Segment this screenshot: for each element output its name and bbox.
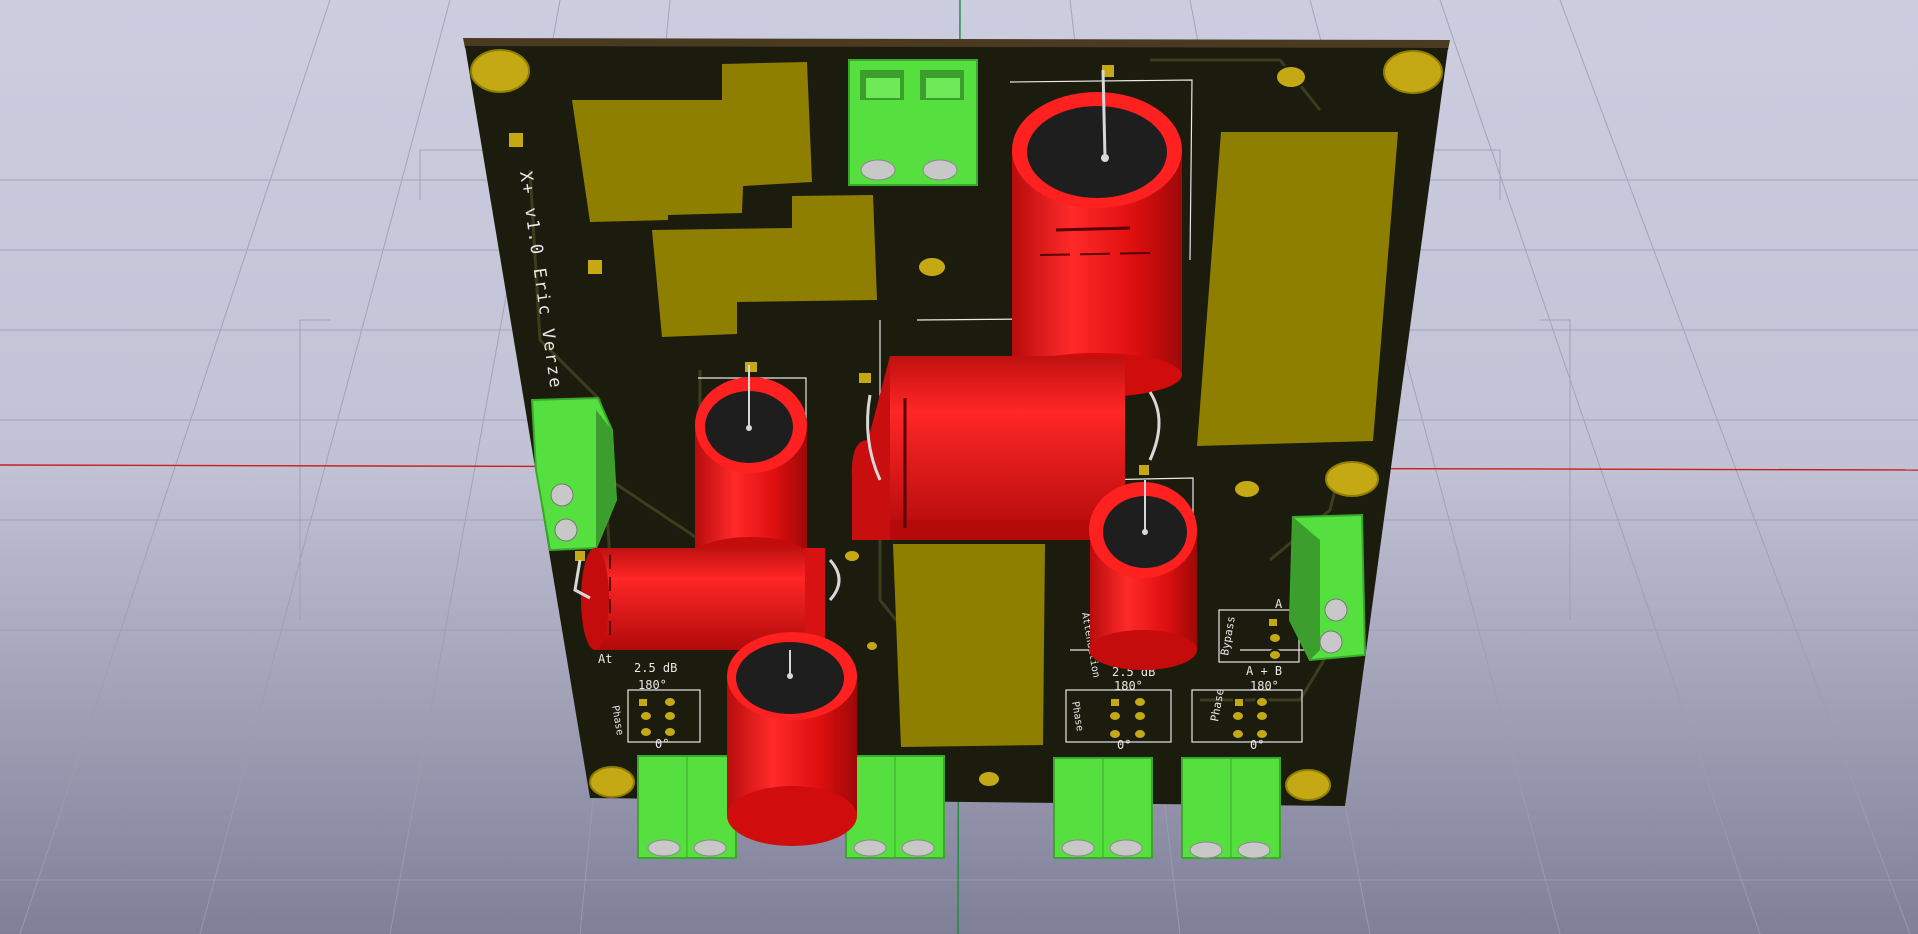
screw-icon — [1319, 630, 1343, 654]
screw-icon — [647, 839, 681, 857]
mounting-hole — [470, 49, 530, 93]
mounting-hole — [589, 766, 635, 798]
pad — [586, 258, 604, 276]
terminal-block-left[interactable] — [530, 396, 618, 552]
mounting-hole — [1383, 50, 1443, 94]
screw-icon — [1061, 839, 1095, 857]
label-far-phase-bottom: 0° — [1250, 738, 1264, 752]
capacitor-small-2[interactable] — [727, 632, 857, 846]
screw-icon — [554, 518, 578, 542]
screw-icon — [693, 839, 727, 857]
screw-icon — [901, 839, 935, 857]
label-right-phase-bottom: 0° — [1117, 738, 1131, 752]
3d-scene[interactable]: X+ v1.0 Eric Verze 2015 At 2.5 dB 180° P… — [0, 0, 1918, 934]
3d-viewer-canvas[interactable]: X+ v1.0 Eric Verze 2015 At 2.5 dB 180° P… — [0, 0, 1918, 934]
label-left-phase-bottom: 0° — [655, 737, 669, 751]
via — [865, 640, 879, 652]
pad — [743, 360, 759, 374]
terminal-block-bottom-4[interactable] — [1181, 757, 1281, 859]
terminal-block-bottom-2[interactable] — [845, 755, 945, 859]
screw-icon — [1237, 841, 1271, 859]
via — [843, 549, 861, 563]
pad — [1137, 463, 1151, 477]
screw-icon — [860, 159, 896, 181]
capacitor-large-top[interactable] — [1012, 69, 1182, 397]
terminal-block-bottom-3[interactable] — [1053, 757, 1153, 859]
pad — [857, 371, 873, 385]
mounting-hole — [1325, 461, 1379, 497]
screw-icon — [1324, 598, 1348, 622]
label-far-phase-top: 180° — [1250, 679, 1279, 693]
capacitor-small-1[interactable] — [695, 365, 807, 573]
screw-icon — [853, 839, 887, 857]
label-left-prefix: At — [598, 652, 612, 666]
terminal-block-top[interactable] — [848, 59, 978, 186]
screw-icon — [550, 483, 574, 507]
via — [1275, 65, 1307, 89]
terminal-block-bottom-1[interactable] — [637, 755, 737, 859]
label-bypass-a: A — [1275, 597, 1283, 611]
capacitor-small-3[interactable] — [1089, 480, 1197, 670]
label-left-gain: 2.5 dB — [634, 661, 677, 675]
via — [977, 770, 1001, 788]
mounting-hole — [1285, 769, 1331, 801]
pad — [507, 131, 525, 149]
via — [917, 256, 947, 278]
via — [1233, 479, 1261, 499]
screw-icon — [1189, 841, 1223, 859]
screw-icon — [1109, 839, 1143, 857]
label-left-phase-top: 180° — [638, 678, 667, 692]
label-right-phase-top: 180° — [1114, 679, 1143, 693]
label-bypass-ab: A + B — [1246, 664, 1282, 678]
screw-icon — [922, 159, 958, 181]
terminal-block-right[interactable] — [1288, 513, 1367, 662]
